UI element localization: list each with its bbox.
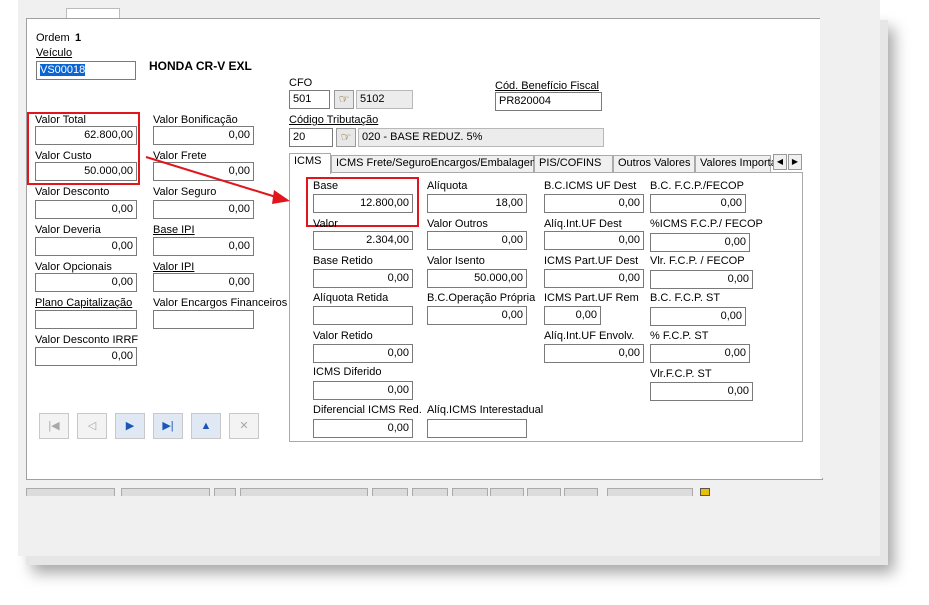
nav-last-button[interactable]: ▶| xyxy=(153,413,183,439)
bottom-toolbar-button[interactable] xyxy=(26,488,115,496)
skip-first-icon: |◀ xyxy=(48,420,60,432)
bottom-folder-icon[interactable] xyxy=(700,488,710,496)
bottom-toolbar-button[interactable] xyxy=(240,488,368,496)
red-arrow-annotation xyxy=(145,156,290,204)
nav-up-button[interactable]: ▲ xyxy=(191,413,221,439)
nav-first-button[interactable]: |◀ xyxy=(39,413,69,439)
bottom-toolbar-button[interactable] xyxy=(527,488,561,496)
bottom-toolbar-button[interactable] xyxy=(412,488,448,496)
prev-icon: ◁ xyxy=(87,420,97,432)
bottom-toolbar-button[interactable] xyxy=(607,488,693,496)
bottom-toolbar-button[interactable] xyxy=(372,488,408,496)
bottom-toolbar-button[interactable] xyxy=(490,488,524,496)
bottom-toolbar-button[interactable] xyxy=(452,488,488,496)
tab-icms[interactable]: ICMS xyxy=(289,153,331,174)
nav-next-button[interactable]: ▶ xyxy=(115,413,145,439)
bottom-toolbar-button[interactable] xyxy=(564,488,598,496)
nav-prev-button[interactable]: ◁ xyxy=(77,413,107,439)
nav-cancel-button[interactable]: ✕ xyxy=(229,413,259,439)
bottom-toolbar-button[interactable] xyxy=(121,488,210,496)
bottom-toolbar-button[interactable] xyxy=(214,488,236,496)
skip-last-icon: ▶| xyxy=(162,420,174,432)
next-icon: ▶ xyxy=(125,420,135,432)
up-icon: ▲ xyxy=(200,420,212,432)
cancel-icon: ✕ xyxy=(239,420,249,432)
